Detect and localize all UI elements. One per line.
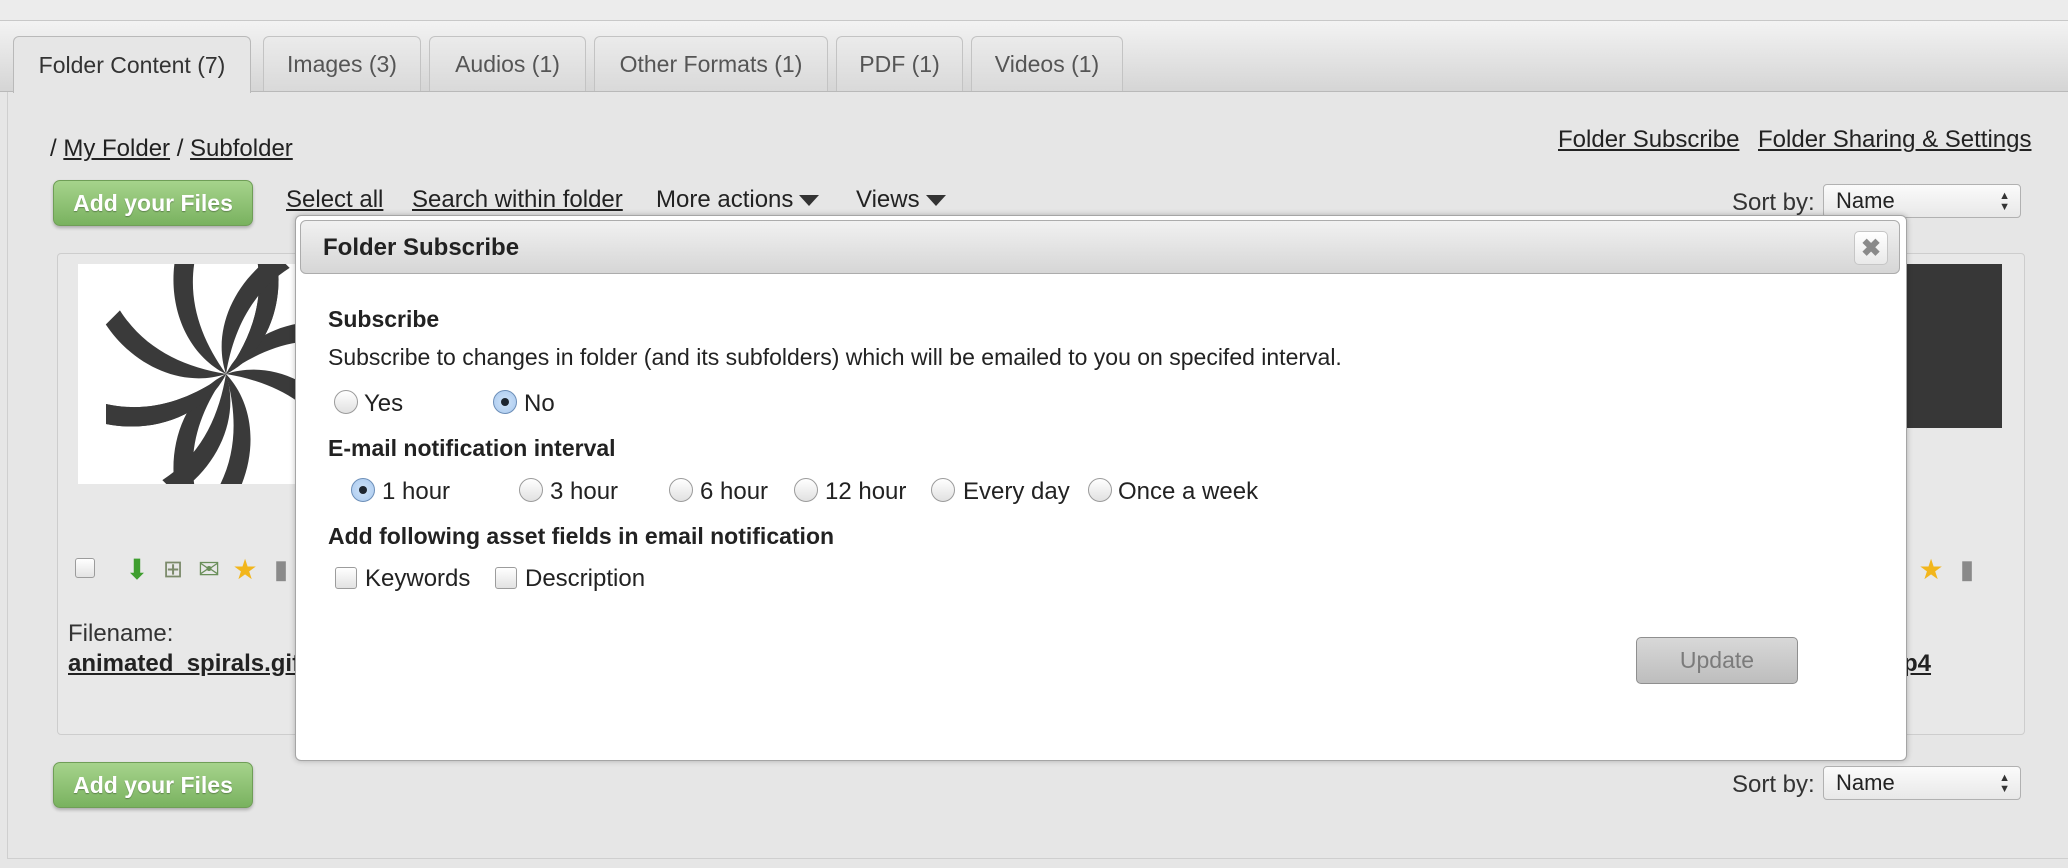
sort-by-select-bottom[interactable]: Name ▲ ▼ [1823,766,2021,800]
folder-sharing-link[interactable]: Folder Sharing & Settings [1758,126,2031,154]
caret-down-icon [799,195,820,207]
interval-3-hour-label[interactable]: 3 hour [550,478,618,506]
breadcrumb: / My Folder / Subfolder [50,135,293,163]
filename-label: Filename: [68,620,174,647]
breadcrumb-root: / [50,135,57,162]
sort-by-label: Sort by: [1732,189,1815,216]
file-actions: ⬇ ⊞ ✉ ★ ▮ [122,553,296,585]
subscribe-yes-label[interactable]: Yes [364,390,403,418]
tab-folder-content[interactable]: Folder Content (7) [13,36,251,93]
interval-12-hour-label[interactable]: 12 hour [825,478,906,506]
views-label: Views [856,186,920,213]
subscribe-no-radio[interactable] [493,390,517,414]
interval-3-hour-radio[interactable] [519,478,543,502]
keywords-checkbox[interactable] [335,567,357,589]
update-button[interactable]: Update [1636,637,1798,684]
file-select-checkbox[interactable] [75,558,95,578]
tab-images[interactable]: Images (3) [263,36,421,91]
add-files-button-bottom[interactable]: Add your Files [53,762,253,808]
interval-1-hour-radio[interactable] [351,478,375,502]
breadcrumb-my-folder[interactable]: My Folder [63,135,170,162]
interval-heading: E-mail notification interval [328,435,616,461]
description-label[interactable]: Description [525,565,645,593]
interval-once-a-week-label[interactable]: Once a week [1118,478,1258,506]
subscribe-no-label[interactable]: No [524,390,555,418]
sort-by-value-bottom: Name [1836,770,1895,795]
tab-pdf[interactable]: PDF (1) [836,36,963,91]
sort-by-select[interactable]: Name ▲ ▼ [1823,184,2021,218]
breadcrumb-separator: / [176,135,184,162]
tab-audios[interactable]: Audios (1) [429,36,586,91]
trash-icon[interactable]: ▮ [266,553,296,585]
basket-icon[interactable]: ⊞ [158,553,188,585]
close-icon: ✖ [1860,234,1882,262]
interval-12-hour-radio[interactable] [794,478,818,502]
interval-1-hour-label[interactable]: 1 hour [382,478,450,506]
thumbnail-video[interactable] [1900,264,2002,428]
thumbnail-animated-spirals[interactable] [78,264,298,484]
top-band [0,0,2068,21]
interval-every-day-label[interactable]: Every day [963,478,1070,506]
folder-subscribe-link[interactable]: Folder Subscribe [1558,126,1739,154]
views-menu[interactable]: Views [856,186,946,214]
description-checkbox[interactable] [495,567,517,589]
filename-link[interactable]: animated_spirals.gif [68,650,300,678]
star-icon[interactable]: ★ [1916,553,1946,585]
trash-icon[interactable]: ▮ [1952,553,1982,585]
tab-other-formats[interactable]: Other Formats (1) [594,36,828,91]
tab-videos[interactable]: Videos (1) [971,36,1123,91]
breadcrumb-subfolder[interactable]: Subfolder [190,135,293,162]
interval-every-day-radio[interactable] [931,478,955,502]
select-all-link[interactable]: Select all [286,186,383,214]
star-icon[interactable]: ★ [230,553,260,585]
sort-by-value: Name [1836,188,1895,213]
close-button[interactable]: ✖ [1854,231,1888,265]
dialog-title: Folder Subscribe [323,234,520,261]
select-arrows-icon: ▲ ▼ [1999,772,2010,795]
interval-once-a-week-radio[interactable] [1088,478,1112,502]
dialog-header[interactable]: Folder Subscribe ✖ [300,220,1900,274]
download-icon[interactable]: ⬇ [122,553,152,585]
subscribe-yes-radio[interactable] [334,390,358,414]
select-arrows-icon: ▲ ▼ [1999,190,2010,213]
search-within-folder-link[interactable]: Search within folder [412,186,623,214]
add-files-button[interactable]: Add your Files [53,180,253,226]
sort-by-label-bottom: Sort by: [1732,771,1815,798]
subscribe-description: Subscribe to changes in folder (and its … [328,344,1342,370]
more-actions-label: More actions [656,186,794,213]
filename-link-right[interactable]: p4 [1903,650,1931,678]
keywords-label[interactable]: Keywords [365,565,470,593]
caret-down-icon [925,195,946,207]
interval-6-hour-label[interactable]: 6 hour [700,478,768,506]
fields-heading: Add following asset fields in email noti… [328,523,835,549]
email-add-icon[interactable]: ✉ [194,553,224,585]
subscribe-heading: Subscribe [328,306,440,332]
interval-6-hour-radio[interactable] [669,478,693,502]
more-actions-menu[interactable]: More actions [656,186,820,214]
